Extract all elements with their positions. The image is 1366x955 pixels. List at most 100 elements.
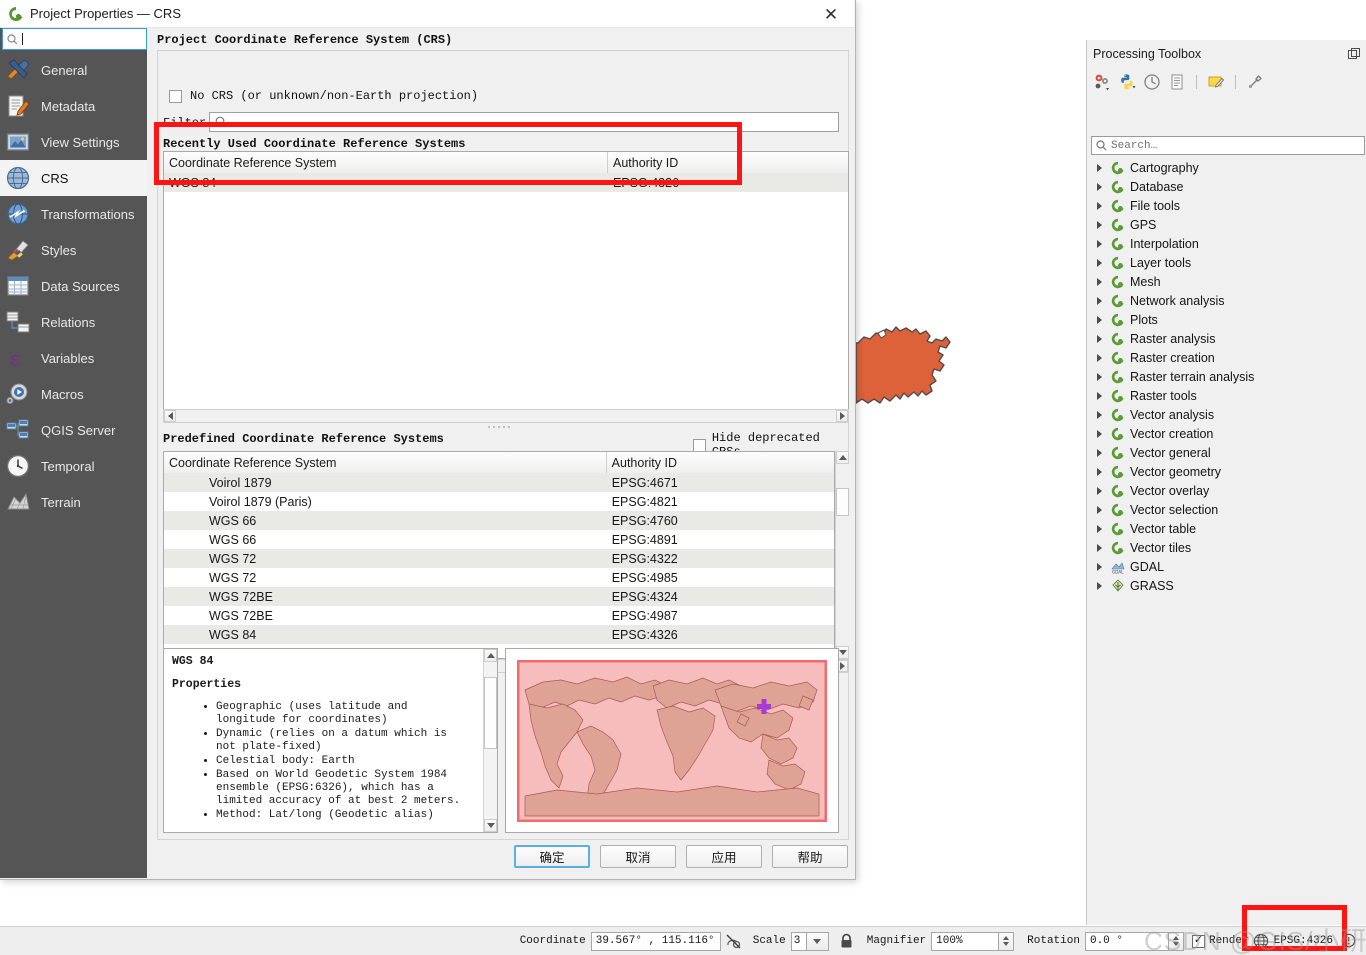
scroll-right-button[interactable] (836, 410, 848, 422)
chevron-right-icon[interactable] (1097, 410, 1102, 419)
coordinate-toggle-icon[interactable] (725, 933, 742, 950)
toolbox-group-interpolation[interactable]: Interpolation (1087, 234, 1366, 253)
description-vscrollbar[interactable] (483, 649, 497, 832)
chevron-right-icon[interactable] (1097, 201, 1102, 210)
table-row[interactable]: WGS 72 EPSG:4985 (164, 568, 834, 587)
sidebar-item-transformations[interactable]: Transformations (0, 196, 147, 232)
column-header-crs[interactable]: Coordinate Reference System (164, 452, 607, 473)
toolbox-group-gdal[interactable]: GDAL GDAL (1087, 557, 1366, 576)
toolbox-group-raster-analysis[interactable]: Raster analysis (1087, 329, 1366, 348)
magnifier-stepper[interactable] (999, 931, 1015, 951)
toolbox-group-layer-tools[interactable]: Layer tools (1087, 253, 1366, 272)
table-row[interactable]: WGS 72BE EPSG:4987 (164, 606, 834, 625)
sidebar-item-relations[interactable]: Relations (0, 304, 147, 340)
toolbox-group-vector-analysis[interactable]: Vector analysis (1087, 405, 1366, 424)
chevron-right-icon[interactable] (1097, 581, 1102, 590)
toolbox-group-file-tools[interactable]: File tools (1087, 196, 1366, 215)
chevron-right-icon[interactable] (1097, 467, 1102, 476)
column-header-authority[interactable]: Authority ID (606, 452, 834, 473)
toolbox-group-vector-creation[interactable]: Vector creation (1087, 424, 1366, 443)
chevron-right-icon[interactable] (1097, 220, 1102, 229)
processing-algorithm-tree[interactable]: Cartography Database File tools GPS Interpol… (1087, 158, 1366, 918)
scroll-thumb[interactable] (836, 488, 849, 516)
recent-table-hscrollbar[interactable] (163, 409, 849, 423)
help-button[interactable]: 帮助 (772, 845, 848, 868)
toolbox-group-vector-overlay[interactable]: Vector overlay (1087, 481, 1366, 500)
toolbox-group-plots[interactable]: Plots (1087, 310, 1366, 329)
scroll-down-button[interactable] (484, 819, 497, 832)
python-script-icon[interactable] (1118, 73, 1136, 91)
toolbox-group-raster-creation[interactable]: Raster creation (1087, 348, 1366, 367)
settings-search-input[interactable] (2, 28, 147, 50)
sidebar-item-data-sources[interactable]: Data Sources (0, 268, 147, 304)
chevron-right-icon[interactable] (1097, 429, 1102, 438)
table-row[interactable]: WGS 72 EPSG:4322 (164, 549, 834, 568)
splitter-handle[interactable] (477, 425, 521, 429)
chevron-right-icon[interactable] (1097, 353, 1102, 362)
toolbox-group-vector-selection[interactable]: Vector selection (1087, 500, 1366, 519)
cancel-button[interactable]: 取消 (600, 845, 676, 868)
models-icon[interactable] (1093, 73, 1111, 91)
chevron-right-icon[interactable] (1097, 562, 1102, 571)
lock-scale-icon[interactable] (839, 933, 856, 950)
table-row[interactable]: Voirol 1879 (Paris) EPSG:4821 (164, 492, 834, 511)
crs-filter-input[interactable] (209, 112, 839, 132)
toolbox-group-vector-geometry[interactable]: Vector geometry (1087, 462, 1366, 481)
chevron-right-icon[interactable] (1097, 486, 1102, 495)
chevron-right-icon[interactable] (1097, 277, 1102, 286)
toolbox-group-gps[interactable]: GPS (1087, 215, 1366, 234)
chevron-right-icon[interactable] (1097, 505, 1102, 514)
toolbox-group-vector-table[interactable]: Vector table (1087, 519, 1366, 538)
toolbox-group-raster-tools[interactable]: Raster tools (1087, 386, 1366, 405)
sidebar-item-variables[interactable]: ε Variables (0, 340, 147, 376)
history-icon[interactable] (1143, 73, 1161, 91)
sidebar-item-qgis-server[interactable]: QGIS Server (0, 412, 147, 448)
sidebar-item-crs[interactable]: CRS (0, 160, 147, 196)
table-row[interactable]: Voirol 1879 EPSG:4671 (164, 473, 834, 492)
chevron-right-icon[interactable] (1097, 524, 1102, 533)
results-viewer-icon[interactable] (1168, 73, 1186, 91)
apply-button[interactable]: 应用 (686, 845, 762, 868)
chevron-right-icon[interactable] (1097, 391, 1102, 400)
sidebar-item-general[interactable]: General (0, 52, 147, 88)
scroll-up-button[interactable] (836, 451, 849, 464)
no-crs-checkbox-row[interactable]: No CRS (or unknown/non-Earth projection) (169, 89, 478, 103)
chevron-right-icon[interactable] (1097, 334, 1102, 343)
scale-input[interactable]: 3 (790, 931, 807, 951)
table-row[interactable]: WGS 84 EPSG:4326 (164, 173, 848, 192)
sidebar-item-styles[interactable]: Styles (0, 232, 147, 268)
toolbox-group-cartography[interactable]: Cartography (1087, 158, 1366, 177)
ok-button[interactable]: 确定 (514, 845, 590, 868)
sidebar-item-view-settings[interactable]: View Settings (0, 124, 147, 160)
close-icon[interactable]: ✕ (814, 3, 848, 25)
hide-deprecated-checkbox[interactable] (693, 438, 706, 452)
chevron-right-icon[interactable] (1097, 163, 1102, 172)
edit-model-icon[interactable] (1207, 73, 1225, 91)
processing-search-input[interactable]: Search… (1091, 136, 1365, 155)
toolbox-group-mesh[interactable]: Mesh (1087, 272, 1366, 291)
column-header-authority[interactable]: Authority ID (608, 152, 848, 173)
chevron-right-icon[interactable] (1097, 543, 1102, 552)
toolbox-group-grass[interactable]: GRASS (1087, 576, 1366, 595)
chevron-right-icon[interactable] (1097, 182, 1102, 191)
crs-description-panel[interactable]: WGS 84 Properties Geographic (uses latit… (163, 648, 498, 833)
column-header-crs[interactable]: Coordinate Reference System (164, 152, 608, 173)
sidebar-item-temporal[interactable]: Temporal (0, 448, 147, 484)
chevron-right-icon[interactable] (1097, 372, 1102, 381)
predefined-table-vscrollbar[interactable] (835, 451, 849, 659)
undock-icon[interactable] (1348, 48, 1360, 60)
sidebar-item-metadata[interactable]: Metadata (0, 88, 147, 124)
chevron-right-icon[interactable] (1097, 315, 1102, 324)
magnifier-input[interactable]: 100% (931, 931, 1000, 951)
scroll-up-button[interactable] (484, 649, 497, 662)
chevron-right-icon[interactable] (1097, 448, 1102, 457)
coordinate-input[interactable]: 39.567° , 115.116° (590, 931, 721, 951)
scroll-thumb[interactable] (484, 677, 497, 749)
options-icon[interactable] (1246, 73, 1264, 91)
toolbox-group-network-analysis[interactable]: Network analysis (1087, 291, 1366, 310)
chevron-right-icon[interactable] (1097, 239, 1102, 248)
sidebar-item-terrain[interactable]: Terrain (0, 484, 147, 520)
toolbox-group-raster-terrain-analysis[interactable]: Raster terrain analysis (1087, 367, 1366, 386)
toolbox-group-vector-general[interactable]: Vector general (1087, 443, 1366, 462)
table-row[interactable]: WGS 84 EPSG:4326 (164, 625, 834, 644)
